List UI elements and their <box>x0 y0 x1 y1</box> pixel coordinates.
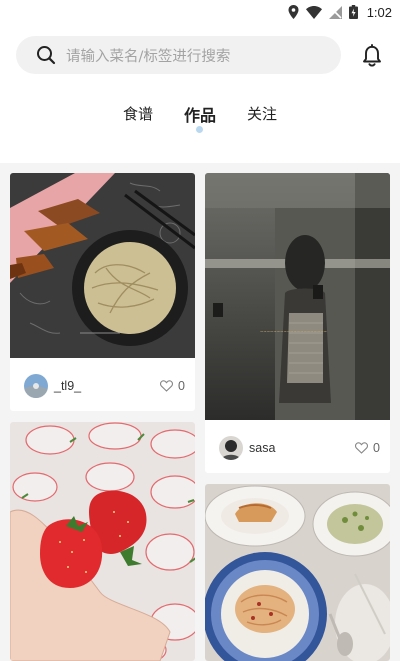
like-button[interactable]: 0 <box>160 379 185 393</box>
tab-following[interactable]: 关注 <box>247 103 277 124</box>
feed-card[interactable]: _tl9_ 0 <box>10 173 195 411</box>
tab-works[interactable]: 作品 <box>184 102 216 126</box>
active-tab-indicator <box>196 126 203 133</box>
no-signal-icon <box>328 5 342 19</box>
author-name[interactable]: sasa <box>249 441 355 455</box>
avatar[interactable] <box>219 435 243 460</box>
post-photo[interactable] <box>10 422 195 661</box>
status-bar: 1:02 <box>288 3 392 21</box>
tab-recipes[interactable]: 食谱 <box>123 103 153 124</box>
author-name[interactable]: _tl9_ <box>54 379 160 393</box>
clock-time: 1:02 <box>366 4 392 20</box>
card-footer: sasa 0 <box>205 420 390 473</box>
heart-icon <box>355 441 369 454</box>
battery-icon <box>348 5 358 19</box>
bell-icon[interactable] <box>359 42 385 68</box>
wifi-icon <box>305 5 322 19</box>
post-photo[interactable]: ~~~~~~~~~~~~~~~~~~~~ <box>205 173 390 420</box>
heart-icon <box>160 379 174 392</box>
like-count: 0 <box>178 378 185 393</box>
search-input[interactable]: 请输入菜名/标签进行搜索 <box>16 36 341 74</box>
post-photo[interactable] <box>10 173 195 358</box>
card-footer: _tl9_ 0 <box>10 358 195 411</box>
feed-card[interactable] <box>205 484 390 661</box>
search-placeholder: 请输入菜名/标签进行搜索 <box>66 48 231 65</box>
location-icon <box>288 5 299 19</box>
feed-card[interactable] <box>10 422 195 661</box>
feed-card[interactable]: ~~~~~~~~~~~~~~~~~~~~ sasa 0 <box>205 173 390 473</box>
avatar[interactable] <box>24 373 48 398</box>
like-button[interactable]: 0 <box>355 441 380 455</box>
search-icon <box>37 46 56 65</box>
post-photo[interactable] <box>205 484 390 661</box>
svg-text:~~~~~~~~~~~~~~~~~~~~: ~~~~~~~~~~~~~~~~~~~~ <box>260 329 327 334</box>
category-tabs: 食谱 作品 关注 <box>0 103 400 139</box>
like-count: 0 <box>373 440 380 455</box>
